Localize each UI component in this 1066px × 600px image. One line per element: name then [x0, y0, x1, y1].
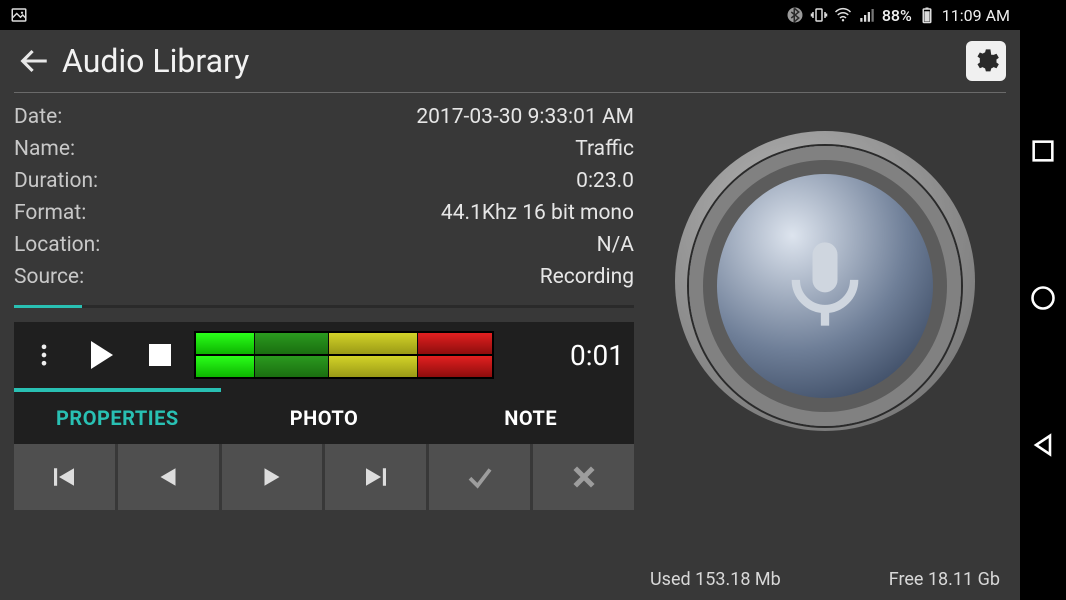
skip-first-button[interactable] [14, 444, 115, 510]
storage-free: Free 18.11 Gb [889, 569, 1000, 590]
android-statusbar: 88% 11:09 AM [0, 0, 1020, 30]
record-button[interactable] [675, 131, 975, 431]
delete-button[interactable] [533, 444, 634, 510]
settings-button[interactable] [966, 41, 1006, 81]
duration-value: 0:23.0 [576, 165, 634, 197]
wifi-icon [834, 6, 852, 24]
bluetooth-icon [786, 6, 804, 24]
previous-button[interactable] [118, 444, 219, 510]
stop-button[interactable] [136, 331, 184, 379]
level-meter [194, 331, 494, 379]
date-value: 2017-03-30 9:33:01 AM [416, 101, 634, 133]
properties-panel: Date:2017-03-30 9:33:01 AM Name:Traffic … [14, 101, 634, 293]
divider [14, 92, 1006, 93]
battery-percentage: 88% [882, 6, 912, 25]
playback-progress[interactable] [14, 305, 634, 308]
page-title: Audio Library [62, 42, 966, 80]
location-label: Location: [14, 229, 100, 261]
statusbar-time: 11:09 AM [942, 6, 1010, 25]
duration-label: Duration: [14, 165, 98, 197]
more-menu-button[interactable] [20, 331, 68, 379]
confirm-button[interactable] [429, 444, 530, 510]
vibrate-icon [810, 6, 828, 24]
name-label: Name: [14, 133, 75, 165]
source-label: Source: [14, 261, 84, 293]
tab-photo[interactable]: PHOTO [221, 388, 428, 444]
tab-properties[interactable]: PROPERTIES [14, 388, 221, 444]
nav-home-button[interactable] [1029, 284, 1057, 316]
back-button[interactable] [14, 41, 54, 81]
image-icon [10, 6, 28, 24]
source-value: Recording [540, 261, 634, 293]
date-label: Date: [14, 101, 62, 133]
play-button[interactable] [78, 331, 126, 379]
nav-recent-button[interactable] [1029, 137, 1057, 169]
microphone-icon [775, 234, 875, 338]
battery-icon [918, 6, 936, 24]
storage-used: Used 153.18 Mb [650, 569, 781, 590]
name-value: Traffic [575, 133, 634, 165]
signal-icon [858, 6, 876, 24]
location-value: N/A [597, 229, 634, 261]
format-label: Format: [14, 197, 86, 229]
elapsed-time: 0:01 [570, 339, 624, 372]
skip-last-button[interactable] [325, 444, 426, 510]
nav-back-button[interactable] [1029, 431, 1057, 463]
tab-note[interactable]: NOTE [427, 388, 634, 444]
format-value: 44.1Khz 16 bit mono [441, 197, 634, 229]
next-button[interactable] [222, 444, 323, 510]
